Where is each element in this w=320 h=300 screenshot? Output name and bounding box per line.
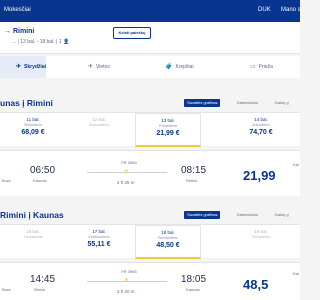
date-weekday: Sekmadienis xyxy=(88,123,110,127)
flight-duration: 2 h 20 m xyxy=(117,289,135,294)
flight-price: 21,99 xyxy=(243,168,276,183)
step-label: Vietos xyxy=(96,64,110,70)
date-tile: 12 bal. Sekmadienis xyxy=(66,113,132,147)
step-bags[interactable]: 🧳 Krepšiai xyxy=(165,56,194,78)
date-price: 21,99 € xyxy=(156,130,180,137)
departure-city: Rimini xyxy=(34,287,46,292)
route-details: ... | 13 bal. - 18 bal. | 1 👤 xyxy=(12,39,70,45)
date-weekday: Ketvirtadienis xyxy=(88,235,110,239)
date-weekday: Trečiadienis xyxy=(23,235,43,239)
step-extras[interactable]: ▭ Prieža xyxy=(250,56,273,78)
departure-city: Kaunas xyxy=(33,178,47,183)
route-title: → Rimini xyxy=(4,28,35,35)
inbound-title: Rimini į Kaunas xyxy=(0,210,64,220)
inbound-date-strip: 16 bal. Trečiadienis 17 bal. Ketvirtadie… xyxy=(0,224,300,259)
top-navigation-bar: Mokesčiai DUK Mano s xyxy=(0,0,301,22)
edit-search-button[interactable]: Keisti paieškų xyxy=(113,27,151,39)
booking-steps: ✈ Skrydžiai ✈ Vietos 🧳 Krepšiai ▭ Prieža xyxy=(0,56,300,78)
departure-time: 14:45 xyxy=(30,274,56,285)
date-day: 16 bal. xyxy=(26,229,40,234)
departure-time: 06:50 xyxy=(30,165,56,176)
inbound-flight-card[interactable]: Buzz 14:45 Rimini FR 3965 ✈ 2 h 20 m 18:… xyxy=(0,262,300,300)
date-tile[interactable]: 11 bal. Šeštadienis 68,09 € xyxy=(0,113,66,147)
date-day: 13 bal. xyxy=(161,118,175,123)
date-tile[interactable]: 14 bal. Antradienis 74,70 € xyxy=(228,113,294,147)
flight-number: FR 3965 xyxy=(121,269,137,274)
price-label: Kai xyxy=(293,162,299,167)
airline-mark: Buzz xyxy=(2,287,11,292)
weekly-schedule-button[interactable]: Savaitės grafikas xyxy=(184,211,221,219)
account-menu[interactable]: Mano s xyxy=(281,7,301,13)
date-tile: 19 bal. Šeštadienis xyxy=(228,225,294,259)
calendar-button[interactable]: Kalendorius xyxy=(234,211,261,219)
date-price: 55,11 € xyxy=(87,241,111,248)
date-price: 48,50 € xyxy=(156,242,180,249)
date-day: 19 bal. xyxy=(254,229,268,234)
flight-price: 48,5 xyxy=(243,277,269,292)
arrival-city: Kaunas xyxy=(186,287,200,292)
calendar-button[interactable]: Kalendorius xyxy=(234,99,261,107)
date-tile[interactable]: 17 bal. Ketvirtadienis 55,11 € xyxy=(66,225,132,259)
extras-icon: ▭ xyxy=(250,64,256,70)
airline-mark: Buzz xyxy=(2,178,11,183)
date-tile: 16 bal. Trečiadienis xyxy=(0,225,66,259)
date-weekday: Penktadienis xyxy=(157,236,179,240)
outbound-flight-card[interactable]: Buzz 06:50 Kaunas FR 3964 ✈ 2 h 25 m 08:… xyxy=(0,150,300,196)
date-weekday: Šeštadienis xyxy=(251,235,271,239)
plane-icon: ✈ xyxy=(124,278,130,284)
seat-icon: ✈ xyxy=(88,64,94,70)
flight-duration: 2 h 25 m xyxy=(117,180,135,185)
outbound-date-strip: 11 bal. Šeštadienis 68,09 € 12 bal. Sekm… xyxy=(0,112,300,147)
outbound-title: unas į Rimini xyxy=(0,98,53,108)
flight-number: FR 3964 xyxy=(121,160,137,165)
plane-icon: ✈ xyxy=(124,169,130,175)
date-day: 12 bal. xyxy=(92,117,106,122)
step-label: Skrydžiai xyxy=(24,64,46,70)
step-label: Krepšiai xyxy=(175,64,194,70)
plane-icon: ✈ xyxy=(16,64,22,70)
date-price: 68,09 € xyxy=(21,129,45,136)
step-flights[interactable]: ✈ Skrydžiai xyxy=(0,56,46,78)
bag-icon: 🧳 xyxy=(165,64,173,70)
arrival-city: Rimini xyxy=(186,178,198,183)
weekly-schedule-button[interactable]: Savaitės grafikas xyxy=(184,99,221,107)
arrival-time: 18:05 xyxy=(181,274,207,285)
price-label: Kai xyxy=(293,271,299,276)
price-chart-button[interactable]: Kainų g xyxy=(272,211,292,219)
date-tile-selected[interactable]: 18 bal. Penktadienis 48,50 € xyxy=(135,225,201,259)
date-price: 74,70 € xyxy=(249,129,273,136)
currency-selector[interactable]: DUK xyxy=(258,7,271,13)
route-summary: → Rimini ... | 13 bal. - 18 bal. | 1 👤 K… xyxy=(0,22,300,54)
step-seats[interactable]: ✈ Vietos xyxy=(88,56,110,78)
date-weekday: Šeštadienis xyxy=(23,123,43,127)
price-chart-button[interactable]: Kainų g xyxy=(272,99,292,107)
date-weekday: Pirmadienis xyxy=(158,124,178,128)
fees-link[interactable]: Mokesčiai xyxy=(4,7,31,13)
date-day: 17 bal. xyxy=(92,229,106,234)
date-tile-selected[interactable]: 13 bal. Pirmadienis 21,99 € xyxy=(135,113,201,147)
step-label: Prieža xyxy=(258,64,273,70)
date-day: 18 bal. xyxy=(161,230,175,235)
date-day: 14 bal. xyxy=(254,117,268,122)
arrival-time: 08:15 xyxy=(181,165,207,176)
date-weekday: Antradienis xyxy=(252,123,270,127)
date-day: 11 bal. xyxy=(26,117,40,122)
